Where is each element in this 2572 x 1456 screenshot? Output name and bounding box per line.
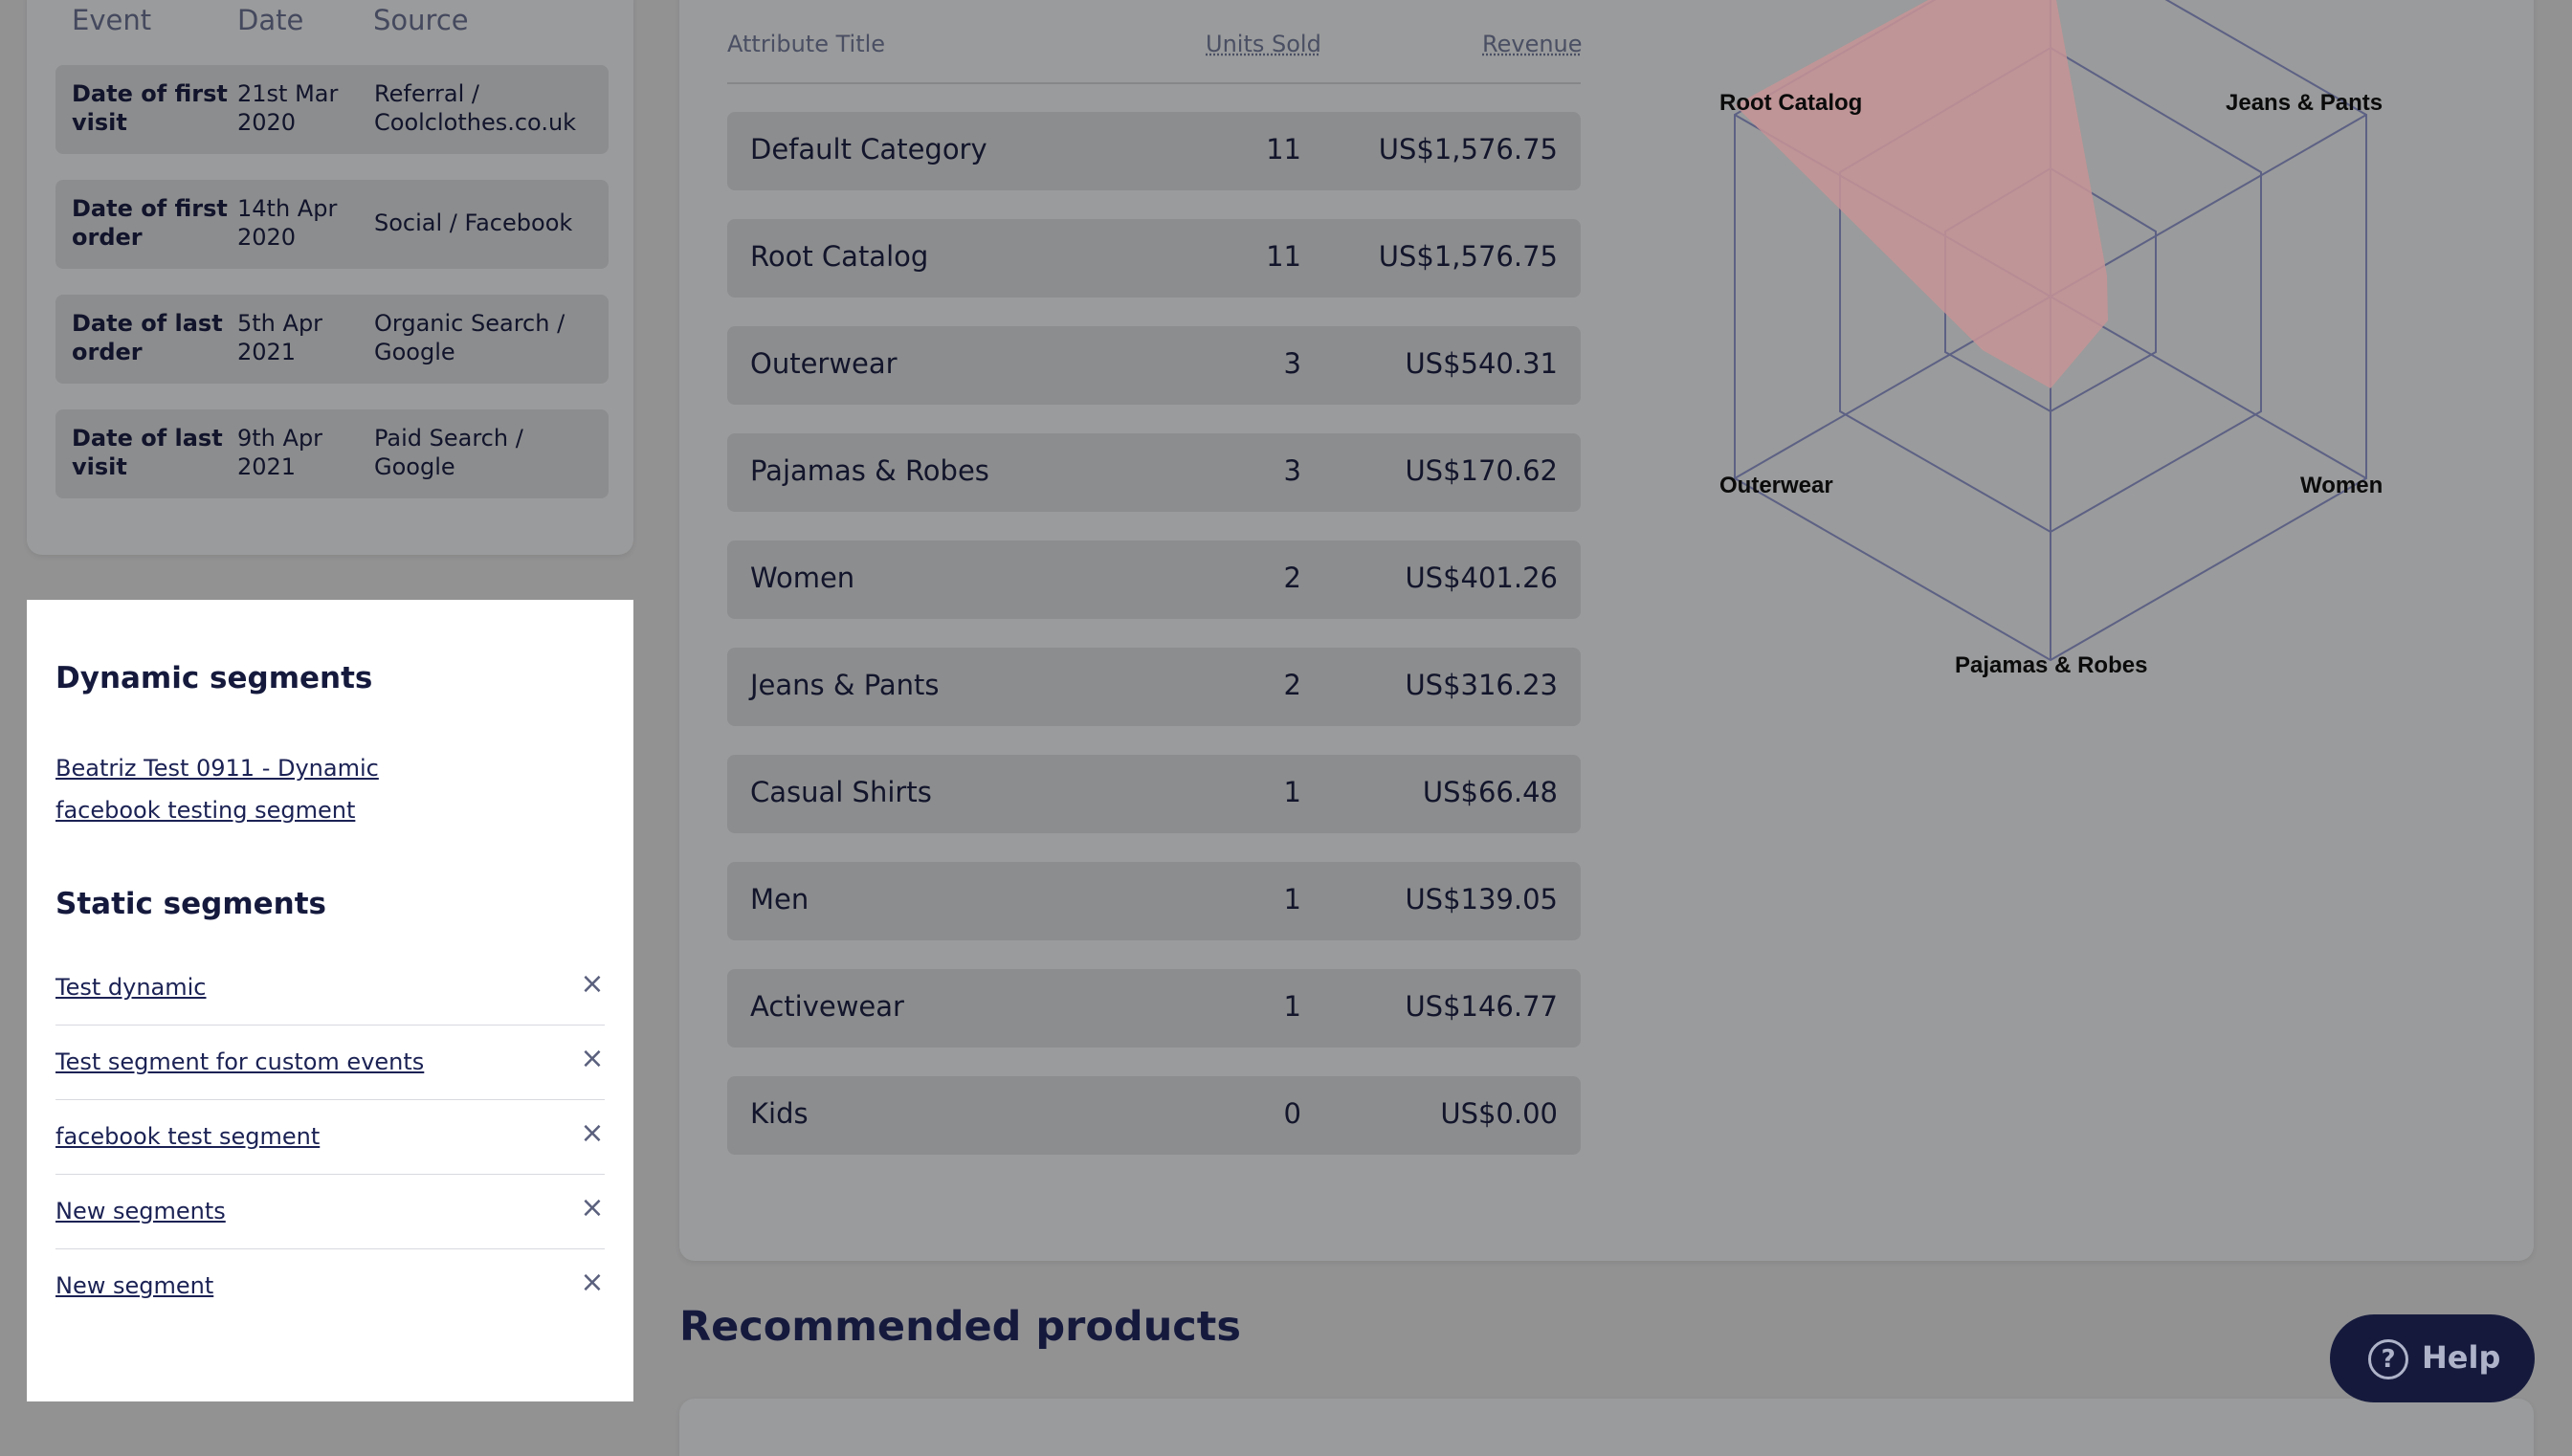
static-segment-link[interactable]: Test segment for custom events [55,1048,424,1075]
event-date: 14th Apr 2020 [237,195,338,251]
units-sold: 0 [1283,1097,1301,1130]
event-source: Organic Search / Google [374,310,565,365]
events-header-date: Date [237,4,304,36]
table-row: Root Catalog 11 US$1,576.75 [727,219,1581,298]
event-date: 9th Apr 2021 [237,425,323,480]
radar-label-outerwear: Outerwear [1719,473,1833,498]
event-row: Date of first visit 21st Mar 2020 Referral… [55,65,609,154]
revenue: US$66.48 [1422,776,1558,808]
static-segment-item: facebook test segment × [55,1100,605,1175]
event-name: Date of first visit [72,80,228,136]
remove-segment-icon[interactable]: × [580,1043,605,1075]
revenue: US$1,576.75 [1378,133,1558,165]
revenue: US$540.31 [1405,347,1558,380]
help-button[interactable]: ? Help [2330,1314,2535,1402]
units-sold: 11 [1266,240,1301,273]
table-row: Women 2 US$401.26 [727,540,1581,619]
attribute-name: Kids [750,1097,809,1130]
dynamic-segments-title: Dynamic segments [55,661,373,695]
remove-segment-icon[interactable]: × [580,1117,605,1150]
events-header-event: Event [72,4,152,36]
units-sold: 3 [1283,347,1301,380]
event-name: Date of first order [72,195,228,251]
revenue: US$316.23 [1405,669,1558,701]
recommended-products-title: Recommended products [679,1303,1241,1351]
static-segment-item: New segments × [55,1175,605,1249]
revenue: US$0.00 [1440,1097,1558,1130]
radar-label-women: Women [2300,473,2384,498]
table-row: Jeans & Pants 2 US$316.23 [727,648,1581,726]
attribute-name: Pajamas & Robes [750,454,989,487]
remove-segment-icon[interactable]: × [580,1267,605,1299]
static-segment-link[interactable]: Test dynamic [55,974,207,1001]
segments-panel: Dynamic segments Beatriz Test 0911 - Dyn… [27,600,633,1401]
static-segment-link[interactable]: New segments [55,1198,226,1224]
event-source: Referral / Coolclothes.co.uk [374,80,577,136]
recommended-card [679,1399,2534,1456]
event-name: Date of last order [72,310,223,365]
event-source: Social / Facebook [374,210,573,236]
table-row: Men 1 US$139.05 [727,862,1581,940]
attribute-name: Outerwear [750,347,898,380]
header-attribute-title: Attribute Title [727,31,886,57]
static-segment-item: Test dynamic × [55,951,605,1026]
revenue: US$401.26 [1405,562,1558,594]
header-units-sold[interactable]: Units Sold [1206,31,1321,57]
revenue: US$1,576.75 [1378,240,1558,273]
event-source: Paid Search / Google [374,425,523,480]
attribute-name: Men [750,883,809,916]
attribute-name: Casual Shirts [750,776,932,808]
header-divider [727,82,1581,84]
event-date: 21st Mar 2020 [237,80,339,136]
question-icon: ? [2368,1339,2408,1379]
units-sold: 1 [1283,883,1301,916]
radar-label-root-catalog: Root Catalog [1719,90,1863,116]
static-segment-link[interactable]: New segment [55,1272,213,1299]
attribute-name: Root Catalog [750,240,929,273]
static-segment-item: Test segment for custom events × [55,1026,605,1100]
events-header-source: Source [373,4,469,36]
static-segments-title: Static segments [55,887,327,921]
event-date: 5th Apr 2021 [237,310,323,365]
table-row: Kids 0 US$0.00 [727,1076,1581,1155]
attribute-name: Activewear [750,990,904,1023]
event-name: Date of last visit [72,425,223,480]
event-row: Date of last order 5th Apr 2021 Organic Se… [55,295,609,384]
dynamic-segment-link[interactable]: Beatriz Test 0911 - Dynamic facebook test… [55,747,379,831]
remove-segment-icon[interactable]: × [580,968,605,1001]
attribute-name: Default Category [750,133,987,165]
header-revenue[interactable]: Revenue [1482,31,1583,57]
static-segment-item: New segment × [55,1249,605,1324]
units-sold: 2 [1283,669,1301,701]
table-row: Pajamas & Robes 3 US$170.62 [727,433,1581,512]
units-sold: 1 [1283,776,1301,808]
radar-series-area [1735,0,2108,388]
table-row: Casual Shirts 1 US$66.48 [727,755,1581,833]
radar-label-jeans-pants: Jeans & Pants [2226,90,2384,116]
static-segment-link[interactable]: facebook test segment [55,1123,320,1150]
radar-label-pajamas-robes: Pajamas & Robes [1955,652,2148,678]
attribute-name: Jeans & Pants [750,669,940,701]
table-row: Default Category 11 US$1,576.75 [727,112,1581,190]
units-sold: 2 [1283,562,1301,594]
attribute-name: Women [750,562,855,594]
units-sold: 1 [1283,990,1301,1023]
units-sold: 11 [1266,133,1301,165]
table-row: Activewear 1 US$146.77 [727,969,1581,1048]
units-sold: 3 [1283,454,1301,487]
revenue: US$146.77 [1405,990,1558,1023]
revenue: US$139.05 [1405,883,1558,916]
remove-segment-icon[interactable]: × [580,1192,605,1224]
revenue: US$170.62 [1405,454,1558,487]
event-row: Date of first order 14th Apr 2020 Social /… [55,180,609,269]
table-row: Outerwear 3 US$540.31 [727,326,1581,405]
event-row: Date of last visit 9th Apr 2021 Paid Searc… [55,409,609,498]
help-label: Help [2422,1339,2501,1376]
